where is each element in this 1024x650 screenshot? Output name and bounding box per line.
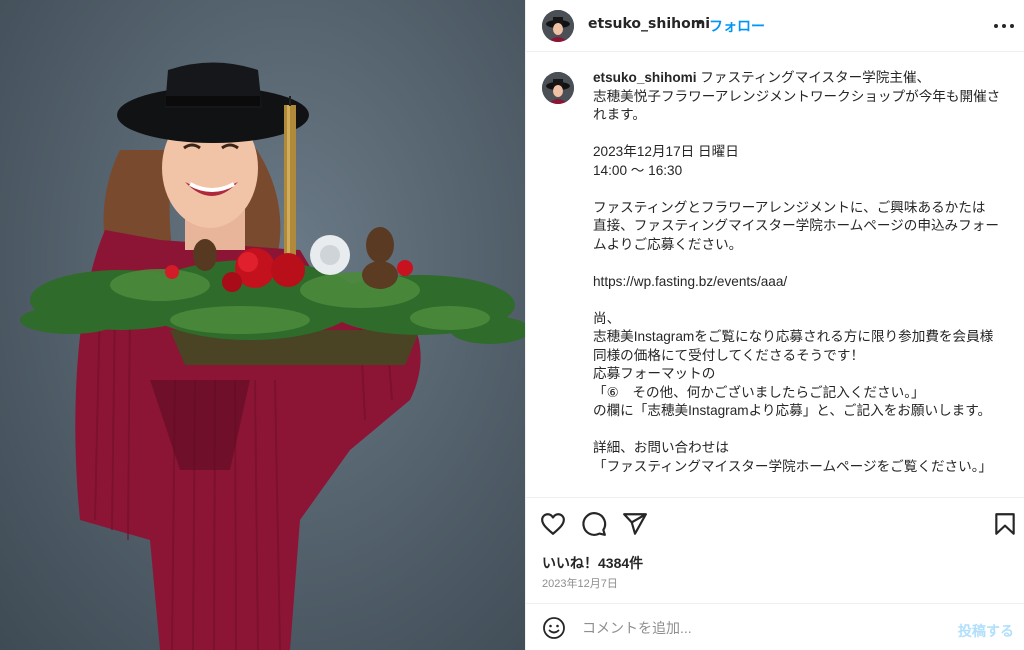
post-panel: etsuko_shihomi • フォロー etsuko_shihomi ファス… — [525, 0, 1024, 650]
more-options-icon[interactable] — [992, 16, 1016, 36]
post-header: etsuko_shihomi • フォロー — [526, 0, 1024, 52]
caption-username[interactable]: etsuko_shihomi — [593, 70, 697, 85]
emoji-icon[interactable] — [542, 616, 566, 640]
comment-bar: 投稿する — [526, 603, 1024, 650]
share-icon[interactable] — [622, 511, 648, 537]
post-photo[interactable] — [0, 0, 525, 650]
post-date[interactable]: 2023年12月7日 — [542, 575, 618, 591]
comment-input[interactable] — [582, 614, 942, 642]
post-image — [20, 62, 525, 650]
separator-dot: • — [696, 15, 705, 31]
follow-button[interactable]: フォロー — [709, 16, 765, 36]
caption-scroll-area[interactable]: etsuko_shihomi ファスティングマイスター学院主催、 志穂美悦子フラ… — [526, 52, 1024, 498]
caption-text: etsuko_shihomi ファスティングマイスター学院主催、 志穂美悦子フラ… — [593, 69, 1001, 476]
caption-avatar[interactable] — [542, 72, 574, 104]
action-bar — [526, 498, 1024, 548]
avatar[interactable] — [542, 10, 574, 42]
avatar-image — [542, 10, 574, 42]
heart-icon[interactable] — [540, 511, 566, 537]
likes-count[interactable]: いいね！4384件 — [542, 553, 643, 573]
comment-icon[interactable] — [581, 511, 607, 537]
caption-body: ファスティングマイスター学院主催、 志穂美悦子フラワーアレンジメントワークショッ… — [593, 70, 1001, 474]
post-comment-button[interactable]: 投稿する — [958, 621, 1014, 641]
header-username[interactable]: etsuko_shihomi — [588, 16, 710, 32]
avatar-image — [542, 72, 574, 104]
bookmark-icon[interactable] — [992, 511, 1018, 537]
